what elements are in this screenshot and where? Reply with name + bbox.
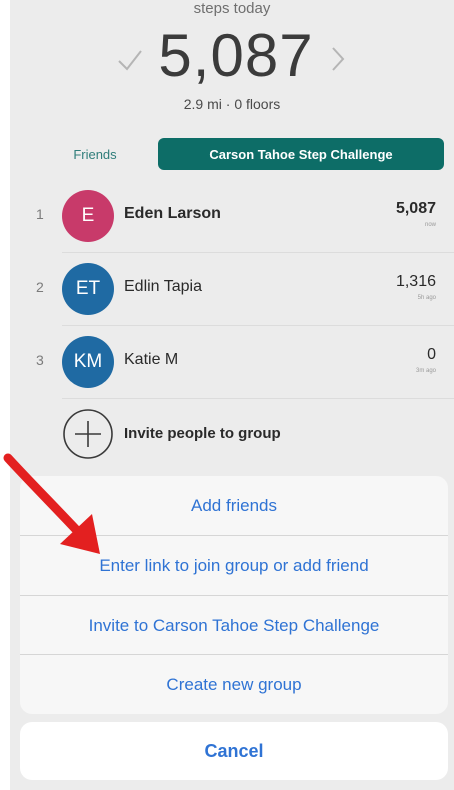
checkmark-icon[interactable] [116,46,144,74]
member-updated: 3m ago [415,368,436,374]
member-steps: 1,316 [395,273,436,290]
member-steps: 5,087 [395,200,436,217]
member-name: Eden Larson [124,205,221,222]
rank: 2 [36,279,44,295]
chevron-right-icon[interactable] [328,44,348,74]
rank: 3 [36,352,44,368]
avatar: E [62,190,114,242]
leaderboard-row[interactable]: 2 ET Edlin Tapia 1,316 5h ago [10,253,454,325]
member-updated: 5h ago [417,295,436,301]
red-arrow-icon [3,453,100,554]
member-name: Katie M [124,351,179,368]
avatar-initials: E [81,205,95,226]
invite-label: Invite people to group [124,425,281,442]
tab-friends[interactable]: Friends [50,138,140,170]
distance-floors: 2.9 mi · 0 floors [183,96,281,112]
leaderboard-row[interactable]: 3 KM Katie M 0 3m ago [10,326,454,398]
tab-challenge[interactable]: Carson Tahoe Step Challenge [158,138,444,170]
avatar: ET [62,263,114,315]
rank: 1 [36,206,44,222]
avatar-initials: ET [75,278,101,299]
leaderboard-row[interactable]: 1 E Eden Larson 5,087 now [10,180,454,252]
avatar-initials: KM [73,351,103,372]
steps-summary: 5,087 [10,20,454,90]
cancel-button[interactable]: Cancel [20,722,448,780]
member-name: Edlin Tapia [124,278,202,295]
create-new-group-button[interactable]: Create new group [20,655,448,714]
member-steps: 0 [427,346,436,363]
invite-to-challenge-button[interactable]: Invite to Carson Tahoe Step Challenge [20,596,448,655]
steps-caption: steps today [193,0,271,17]
avatar: KM [62,336,114,388]
steps-count: 5,087 [158,21,314,89]
member-updated: now [424,222,436,228]
screen: steps today 5,087 2.9 mi · 0 floors Frie… [10,0,454,790]
